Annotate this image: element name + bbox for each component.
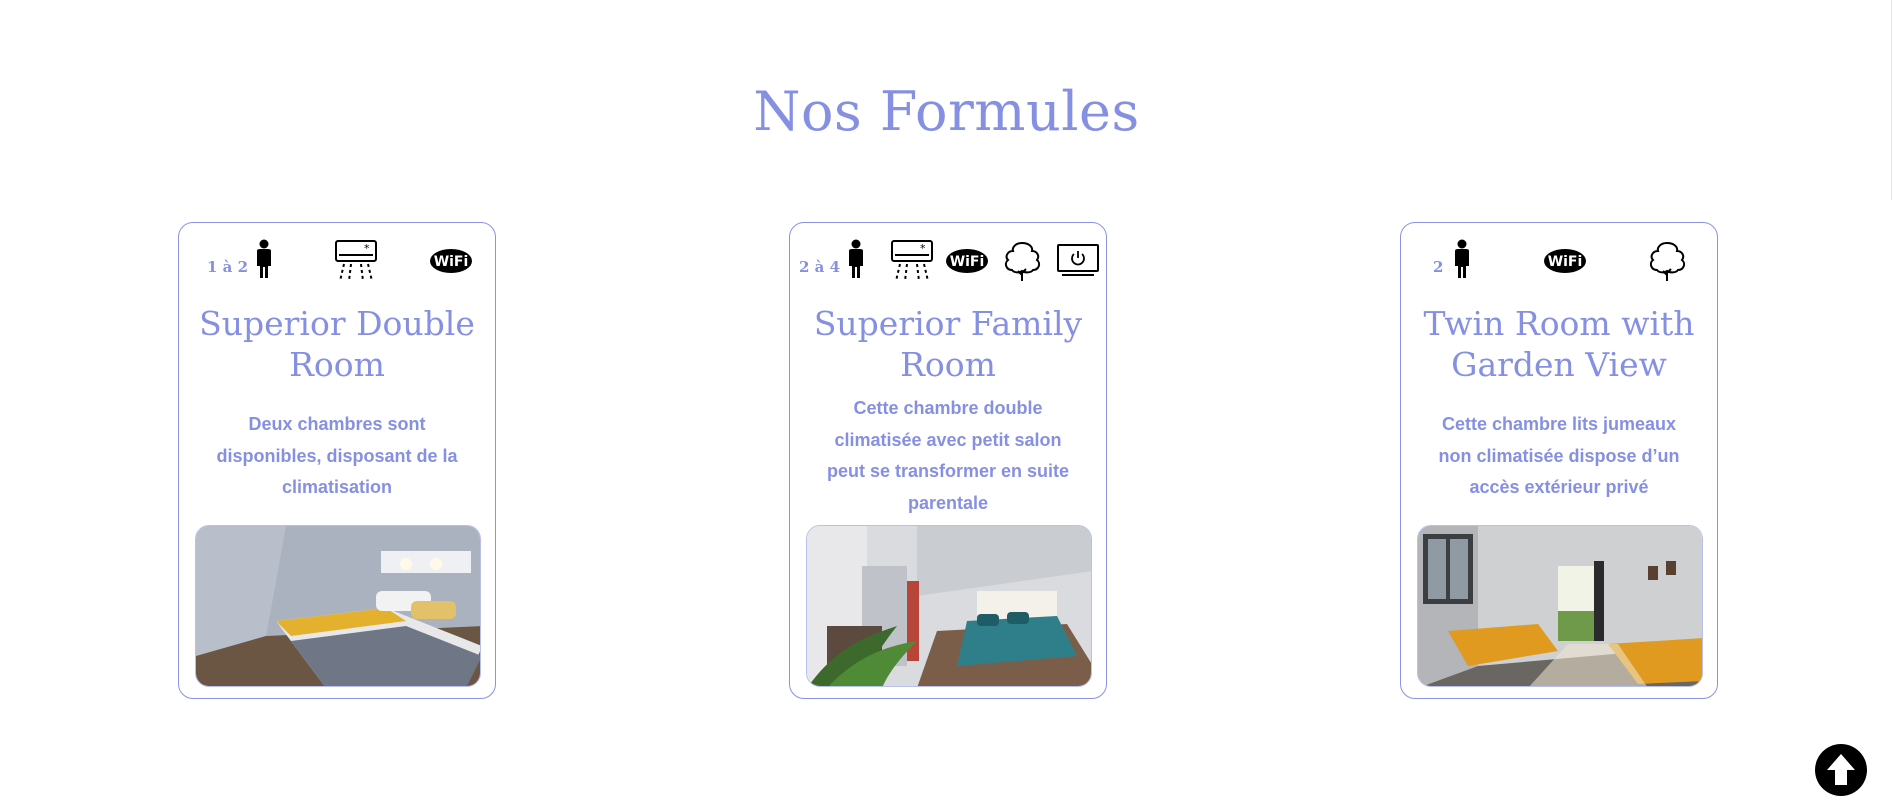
arrow-up-icon — [1827, 754, 1855, 785]
tv-icon — [1056, 243, 1100, 282]
room-card-twin-garden[interactable]: 2 Twin Room with Garden View Cette chamb… — [1400, 222, 1718, 699]
capacity-label: 2 — [1433, 258, 1444, 276]
bedroom-image — [1418, 526, 1702, 686]
scroll-to-top-button[interactable] — [1815, 744, 1867, 796]
room-description: Cette chambre double climatisée avec pet… — [826, 398, 1070, 513]
bedroom-image — [807, 526, 1091, 686]
page-title: Nos Formules — [753, 80, 1140, 143]
room-photo[interactable] — [806, 525, 1092, 687]
room-description: Cette chambre lits jumeaux non climatisé… — [1438, 414, 1680, 497]
room-photo[interactable] — [1417, 525, 1703, 687]
tree-icon — [1000, 239, 1044, 288]
air-conditioner-icon — [890, 239, 934, 288]
person-icon — [1452, 239, 1472, 284]
room-description: Deux chambres sont disponibles, disposan… — [216, 414, 458, 497]
wifi-icon — [1543, 247, 1587, 280]
tree-icon — [1645, 239, 1689, 288]
room-title: Twin Room with Garden View — [1423, 304, 1695, 384]
room-title: Superior Family Room — [813, 304, 1083, 384]
room-card-superior-double[interactable]: 1 à 2 Superior Double Room Deux chambres… — [178, 222, 496, 699]
wifi-icon — [945, 247, 989, 280]
amenities-bar: 1 à 2 — [179, 231, 495, 281]
wifi-icon — [429, 247, 473, 280]
air-conditioner-icon — [334, 239, 378, 288]
amenities-bar: 2 — [1401, 231, 1717, 281]
room-card-superior-family[interactable]: 2 à 4 Superior Family Room Cette chambre… — [789, 222, 1107, 699]
bedroom-image — [196, 526, 480, 686]
person-icon — [254, 239, 274, 284]
room-title: Superior Double Room — [199, 304, 475, 384]
room-photo[interactable] — [195, 525, 481, 687]
person-icon — [846, 239, 866, 284]
amenities-bar: 2 à 4 — [790, 231, 1106, 281]
capacity-label: 2 à 4 — [799, 258, 841, 276]
capacity-label: 1 à 2 — [207, 258, 249, 276]
